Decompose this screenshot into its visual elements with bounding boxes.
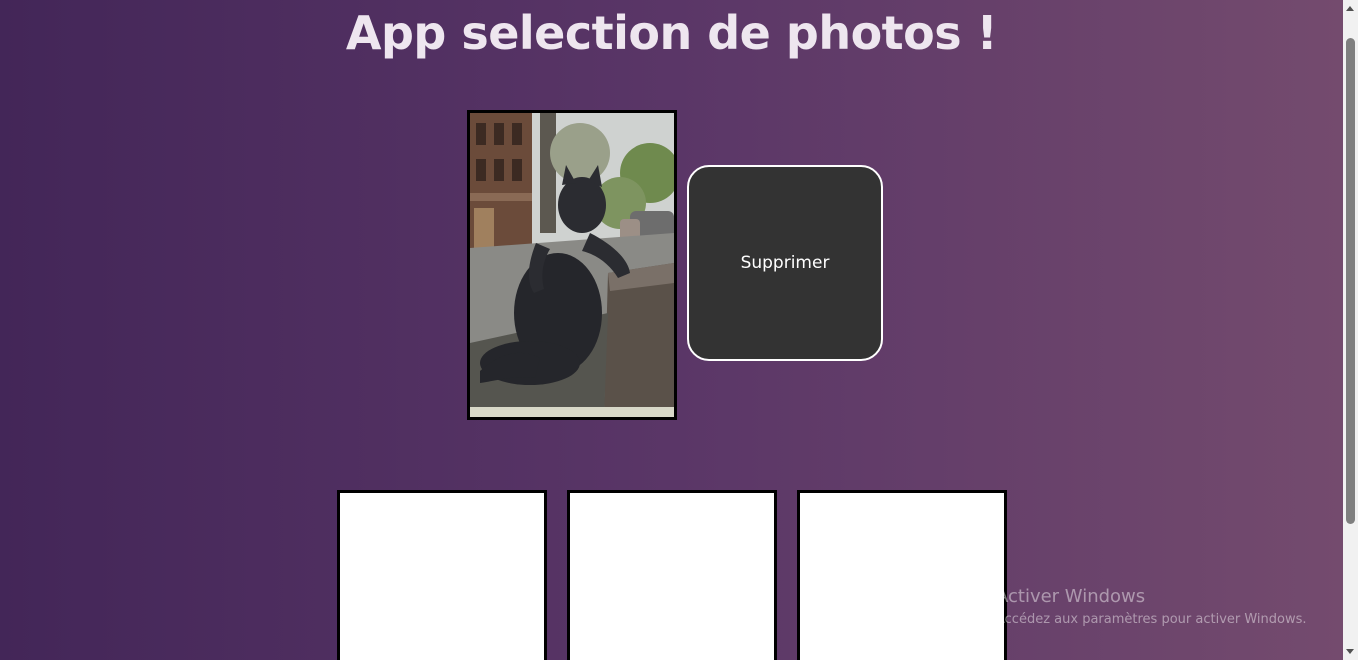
thumbnail-slot[interactable] [337,490,547,660]
windows-activation-watermark: Activer Windows Accédez aux paramètres p… [996,585,1307,631]
scroll-up-icon[interactable] [1346,6,1354,11]
selected-photo[interactable] [467,110,677,420]
scroll-down-icon[interactable] [1346,649,1354,654]
app-page: App selection de photos ! Supprimer Acti… [0,0,1343,660]
thumbnail-slot[interactable] [567,490,777,660]
watermark-subtitle: Accédez aux paramètres pour activer Wind… [996,612,1307,627]
cat-statue-image [470,113,674,417]
watermark-title: Activer Windows [996,586,1146,607]
scrollbar-thumb[interactable] [1346,38,1355,524]
thumbnail-slot[interactable] [797,490,1007,660]
delete-button[interactable]: Supprimer [687,165,883,361]
vertical-scrollbar[interactable] [1343,0,1358,660]
page-title: App selection de photos ! [345,6,998,60]
